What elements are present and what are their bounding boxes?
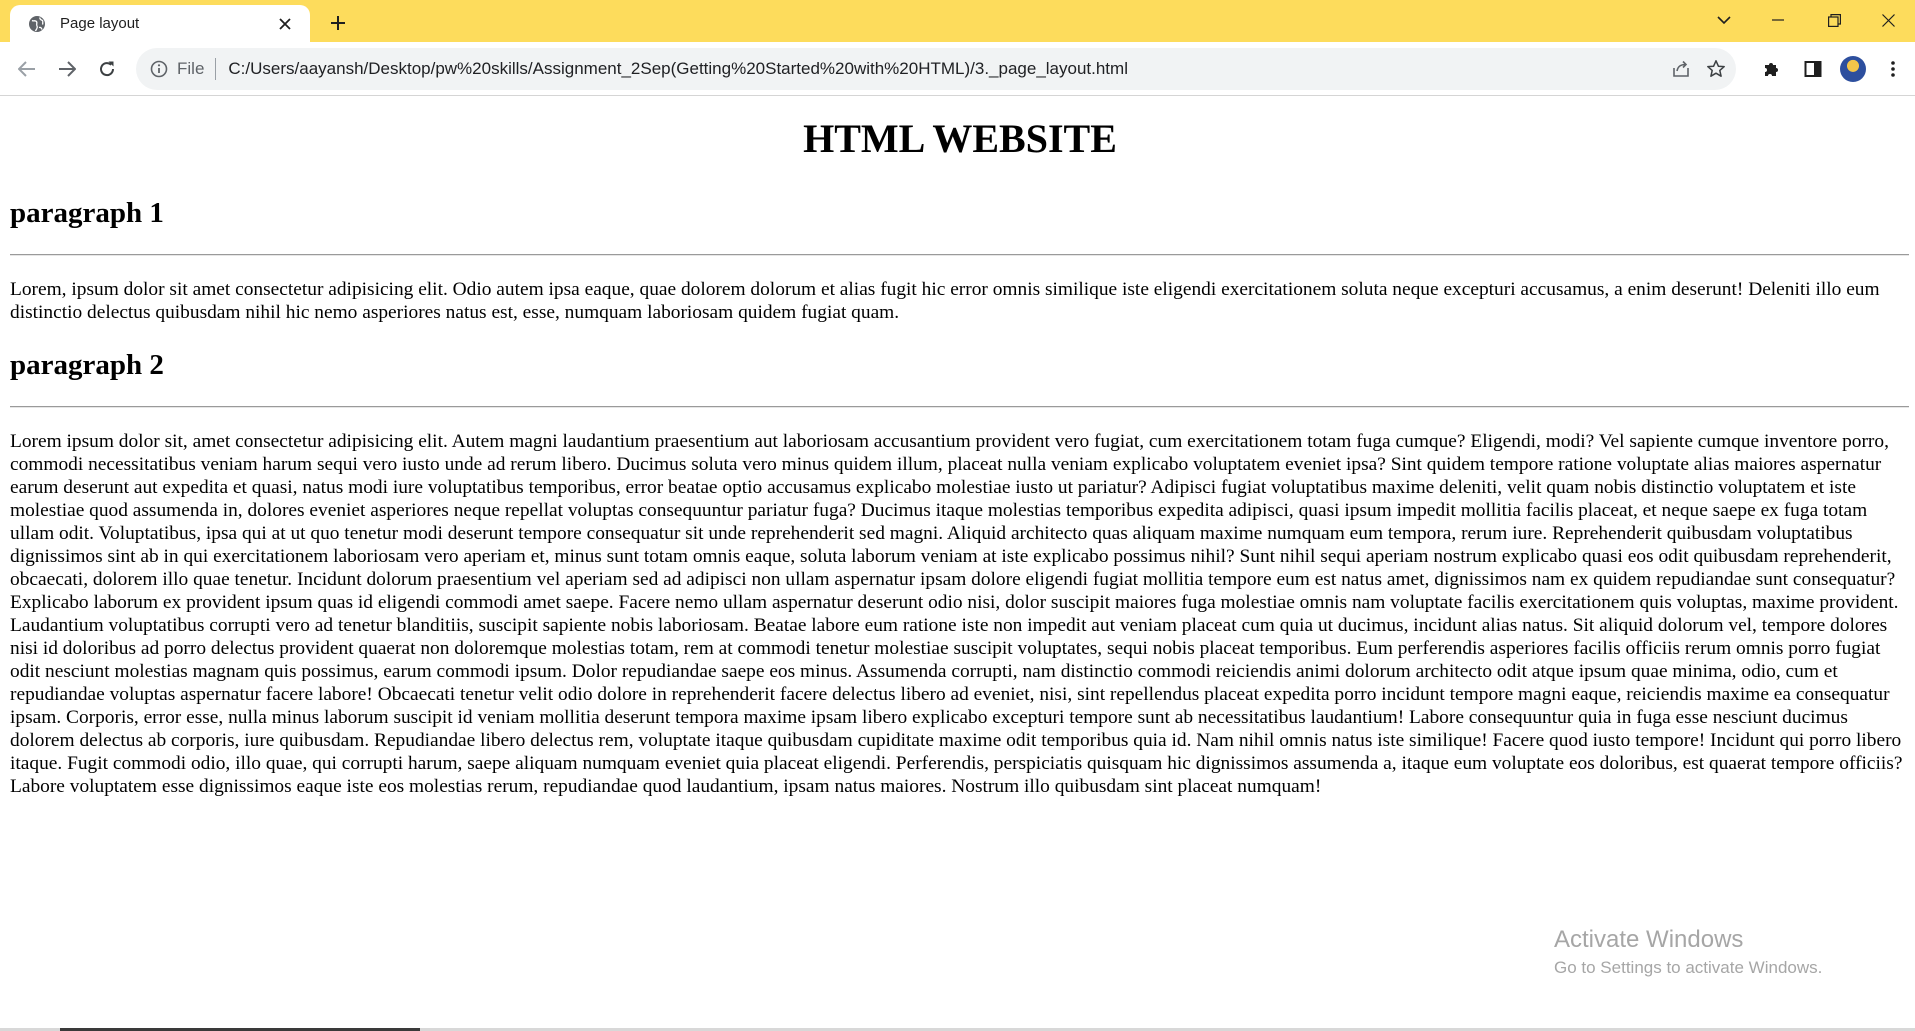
activate-windows-watermark: Activate Windows Go to Settings to activ… bbox=[1554, 925, 1822, 979]
page-title: HTML WEBSITE bbox=[803, 116, 1117, 161]
kebab-menu-icon[interactable] bbox=[1877, 53, 1909, 85]
tab-search-chevron-icon[interactable] bbox=[1696, 0, 1752, 40]
divider bbox=[10, 406, 1909, 408]
minimize-icon[interactable] bbox=[1750, 0, 1806, 40]
tab-strip: Page layout bbox=[0, 0, 1915, 42]
watermark-subtitle: Go to Settings to activate Windows. bbox=[1554, 958, 1823, 977]
restore-icon[interactable] bbox=[1806, 0, 1862, 40]
address-bar[interactable]: File C:/Users/aayansh/Desktop/pw%20skill… bbox=[136, 48, 1736, 90]
extensions-puzzle-icon[interactable] bbox=[1756, 53, 1788, 85]
close-icon[interactable] bbox=[274, 13, 296, 35]
site-info-button[interactable]: File bbox=[150, 54, 204, 84]
watermark-title: Activate Windows bbox=[1554, 926, 1744, 953]
section-paragraph-2: Lorem ipsum dolor sit, amet consectetur … bbox=[10, 431, 1903, 797]
section-heading-1: paragraph 1 bbox=[10, 197, 164, 229]
plus-icon[interactable] bbox=[324, 9, 352, 37]
divider bbox=[215, 58, 217, 80]
info-icon bbox=[150, 60, 168, 78]
browser-toolbar: File C:/Users/aayansh/Desktop/pw%20skill… bbox=[0, 42, 1915, 96]
share-icon[interactable] bbox=[1665, 53, 1697, 85]
profile-avatar[interactable] bbox=[1837, 53, 1869, 85]
close-icon[interactable] bbox=[1860, 0, 1915, 40]
forward-arrow-icon[interactable] bbox=[51, 53, 83, 85]
avatar bbox=[1840, 56, 1866, 82]
divider bbox=[10, 254, 1909, 256]
star-bookmark-icon[interactable] bbox=[1700, 53, 1732, 85]
back-arrow-icon[interactable] bbox=[11, 53, 43, 85]
globe-icon bbox=[27, 14, 47, 34]
tab-page-layout[interactable]: Page layout bbox=[10, 5, 310, 42]
section-paragraph-1: Lorem, ipsum dolor sit amet consectetur … bbox=[10, 279, 1880, 323]
page-content: HTML WEBSITE paragraph 1 Lorem, ipsum do… bbox=[0, 96, 1915, 1031]
section-heading-2: paragraph 2 bbox=[10, 349, 164, 381]
url-text[interactable]: C:/Users/aayansh/Desktop/pw%20skills/Ass… bbox=[228, 59, 1736, 79]
site-label: File bbox=[177, 59, 205, 78]
tab-title: Page layout bbox=[60, 15, 140, 32]
reload-icon[interactable] bbox=[91, 53, 123, 85]
side-panel-icon[interactable] bbox=[1797, 53, 1829, 85]
